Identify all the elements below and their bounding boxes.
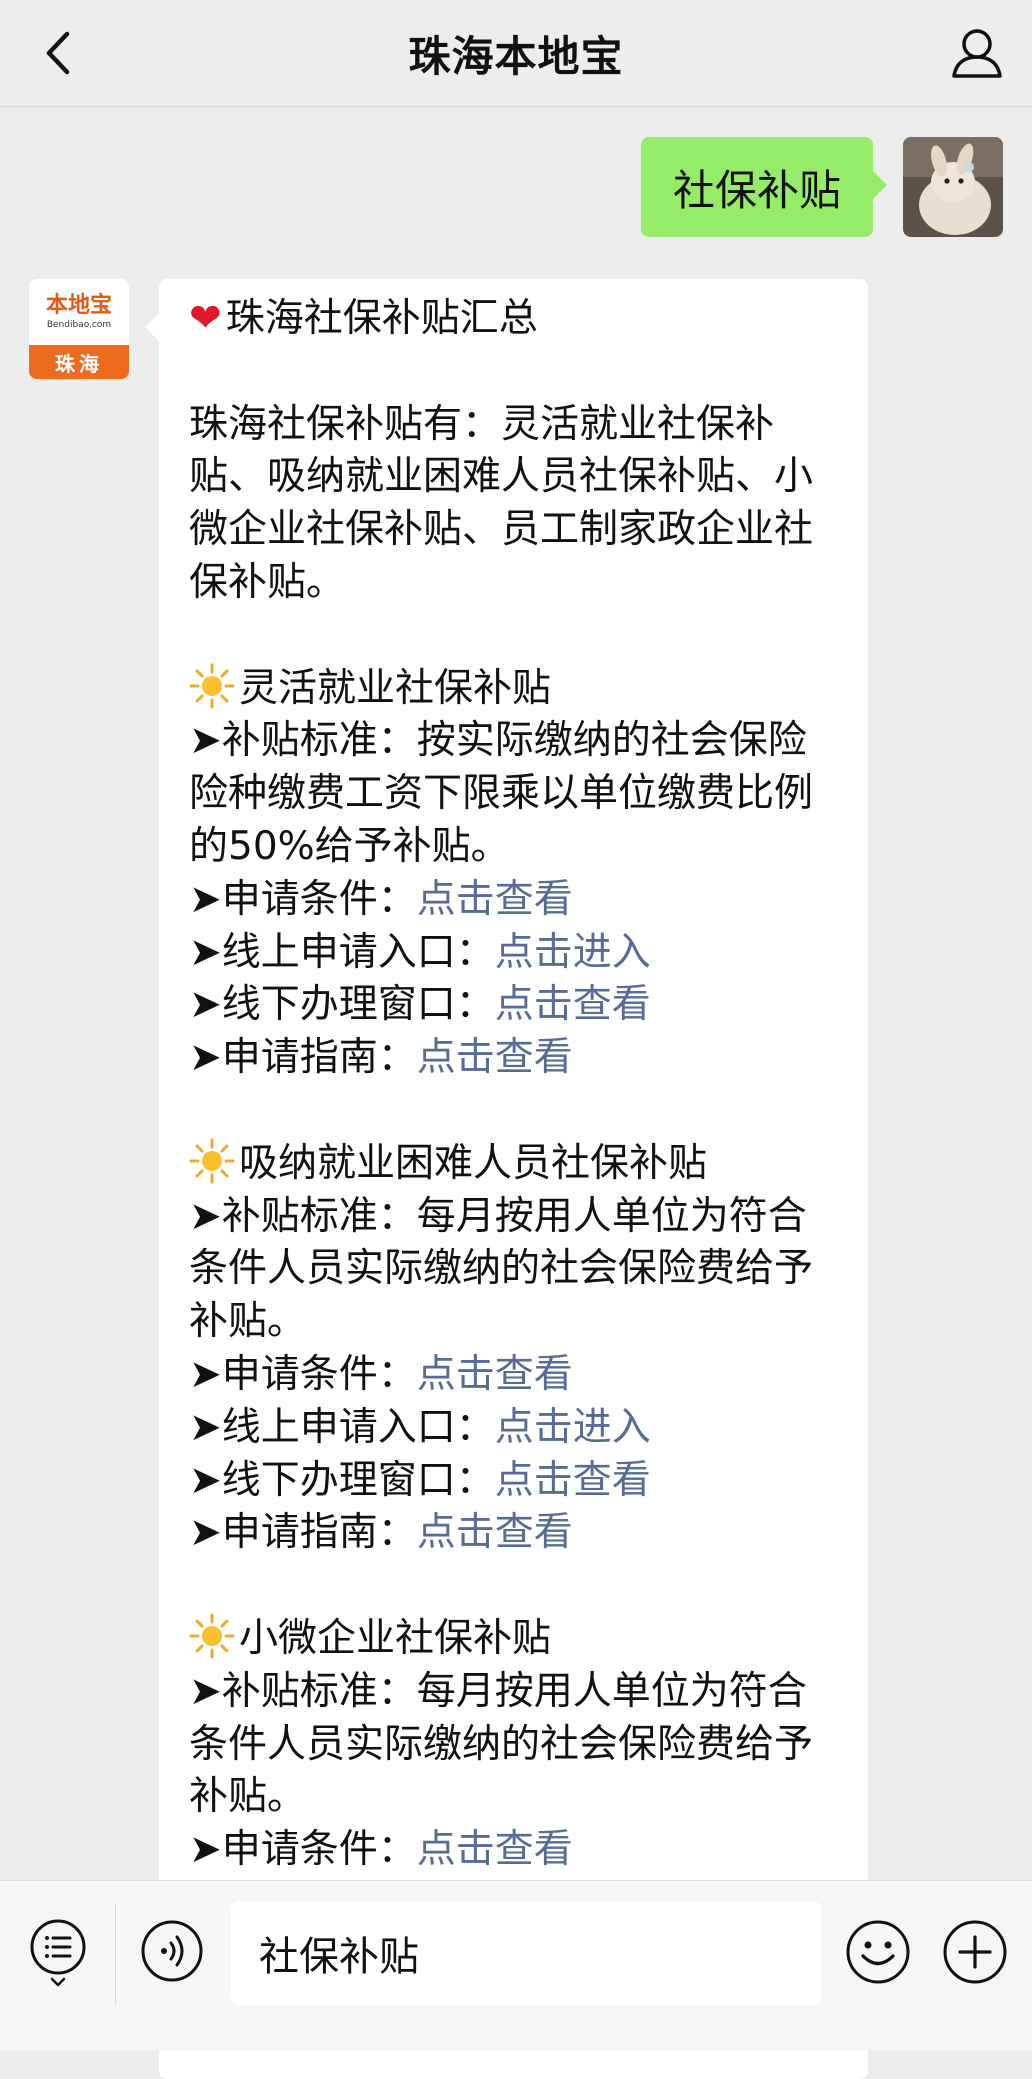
subsidy-standard-text: 补贴标准：按实际缴纳的社会保险险种缴费工资下限乘以单位缴费比例的50%给予补贴。 (189, 718, 814, 869)
info-item-label: 申请条件： (221, 876, 417, 922)
subsidy-sections: 灵活就业社保补贴 ➤补贴标准：按实际缴纳的社会保险险种缴费工资下限乘以单位缴费比例… (189, 663, 838, 1877)
person-icon (952, 29, 1002, 78)
voice-button[interactable] (140, 1919, 204, 1983)
info-item: ➤申请指南：点击查看 (189, 1032, 838, 1085)
info-item: ➤线上申请入口：点击进入 (189, 1402, 838, 1455)
info-item-label: 线上申请入口： (221, 929, 495, 975)
info-item-link[interactable]: 点击查看 (495, 982, 651, 1027)
section-heading-text: 吸纳就业困难人员社保补贴 (239, 1140, 708, 1186)
user-message-row: 社保补贴 (640, 137, 1003, 237)
info-item-link[interactable]: 点击进入 (495, 1405, 651, 1450)
message-title-line: ❤ 珠海社保补贴汇总 (189, 293, 838, 346)
bendibao-logo: 本地宝 Bendibao.com (45, 292, 112, 330)
arrow-icon: ➤ (189, 1668, 222, 1714)
arrow-icon: ➤ (189, 929, 222, 975)
info-item: ➤申请条件：点击查看 (189, 1824, 838, 1877)
chevron-left-icon (46, 31, 70, 75)
sun-icon (189, 663, 235, 709)
info-item-link[interactable]: 点击查看 (495, 1458, 651, 1503)
section-heading: 吸纳就业困难人员社保补贴 (189, 1138, 838, 1191)
info-item-link[interactable]: 点击进入 (495, 930, 651, 975)
message-input[interactable]: 社保补贴 (231, 1901, 821, 2005)
menu-list-icon (30, 1919, 86, 1987)
arrow-icon: ➤ (189, 982, 222, 1028)
more-button[interactable] (942, 1919, 1008, 1985)
subsidy-standard-text: 补贴标准：每月按用人单位为符合条件人员实际缴纳的社会保险费给予补贴。 (189, 1668, 814, 1820)
heart-icon: ❤ (189, 296, 222, 341)
chat-title: 珠海本地宝 (408, 31, 624, 81)
user-avatar[interactable] (903, 137, 1003, 237)
info-item: ➤申请条件：点击查看 (189, 874, 838, 927)
subsidy-standard: ➤补贴标准：每月按用人单位为符合条件人员实际缴纳的社会保险费给予补贴。 (189, 1666, 838, 1824)
subsidy-standard-text: 补贴标准：每月按用人单位为符合条件人员实际缴纳的社会保险费给予补贴。 (189, 1193, 814, 1345)
info-item-link[interactable]: 点击查看 (417, 877, 573, 922)
info-item-link[interactable]: 点击查看 (417, 1352, 573, 1397)
menu-button[interactable] (28, 1917, 88, 1989)
input-bar: 社保补贴 (0, 1880, 1032, 2050)
message-input-value: 社保补贴 (259, 1934, 419, 1980)
rabbit-avatar-image (903, 137, 1003, 237)
info-item: ➤申请指南：点击查看 (189, 1507, 838, 1560)
info-item: ➤线上申请入口：点击进入 (189, 927, 838, 980)
bot-message-bubble: ❤ 珠海社保补贴汇总 珠海社保补贴有：灵活就业社保补贴、吸纳就业困难人员社保补贴、… (145, 279, 868, 2079)
info-item-label: 线下办理窗口： (221, 1457, 495, 1503)
top-nav-bar: 珠海本地宝 (0, 0, 1032, 107)
user-message-text: 社保补贴 (672, 165, 841, 215)
subsidy-standard: ➤补贴标准：按实际缴纳的社会保险险种缴费工资下限乘以单位缴费比例的50%给予补贴… (189, 715, 838, 873)
emoji-button[interactable] (845, 1919, 911, 1985)
section-heading: 小微企业社保补贴 (189, 1613, 838, 1666)
intro-paragraph: 珠海社保补贴有：灵活就业社保补贴、吸纳就业困难人员社保补贴、小微企业社保补贴、员… (189, 401, 814, 605)
plus-icon (943, 1920, 1007, 1984)
arrow-icon: ➤ (189, 1035, 222, 1081)
info-item-label: 线下办理窗口： (221, 982, 495, 1028)
bot-avatar[interactable]: 本地宝 Bendibao.com 珠海 (29, 279, 129, 379)
arrow-icon: ➤ (189, 1351, 222, 1397)
profile-button[interactable] (946, 22, 1008, 84)
arrow-icon: ➤ (189, 1193, 222, 1239)
subsidy-standard: ➤补贴标准：每月按用人单位为符合条件人员实际缴纳的社会保险费给予补贴。 (189, 1191, 838, 1349)
emoji-icon (846, 1920, 910, 1984)
info-item: ➤线下办理窗口：点击查看 (189, 1455, 838, 1508)
sun-icon (189, 1138, 235, 1184)
sun-icon (189, 1613, 235, 1659)
arrow-icon: ➤ (189, 1827, 222, 1873)
message-title: 珠海社保补贴汇总 (225, 296, 538, 341)
section-heading: 灵活就业社保补贴 (189, 663, 838, 716)
info-item-link[interactable]: 点击查看 (417, 1510, 573, 1555)
bot-avatar-city: 珠海 (29, 345, 129, 379)
section-heading-text: 小微企业社保补贴 (239, 1615, 552, 1661)
arrow-icon: ➤ (189, 1510, 222, 1556)
info-item: ➤线下办理窗口：点击查看 (189, 979, 838, 1032)
info-item-label: 申请指南： (221, 1510, 417, 1556)
input-bar-divider (115, 1905, 116, 2005)
voice-icon (141, 1920, 203, 1982)
arrow-icon: ➤ (189, 876, 222, 922)
user-message-bubble[interactable]: 社保补贴 (640, 137, 888, 237)
arrow-icon: ➤ (189, 718, 222, 764)
arrow-icon: ➤ (189, 1457, 222, 1503)
arrow-icon: ➤ (189, 1404, 222, 1450)
info-item-link[interactable]: 点击查看 (417, 1827, 573, 1872)
info-item: ➤申请条件：点击查看 (189, 1349, 838, 1402)
info-item-label: 线上申请入口： (221, 1404, 495, 1450)
section-heading-text: 灵活就业社保补贴 (239, 665, 552, 711)
info-item-label: 申请指南： (221, 1035, 417, 1081)
info-item-link[interactable]: 点击查看 (417, 1035, 573, 1080)
back-button[interactable] (30, 25, 86, 81)
info-item-label: 申请条件： (221, 1351, 417, 1397)
info-item-label: 申请条件： (221, 1827, 417, 1873)
